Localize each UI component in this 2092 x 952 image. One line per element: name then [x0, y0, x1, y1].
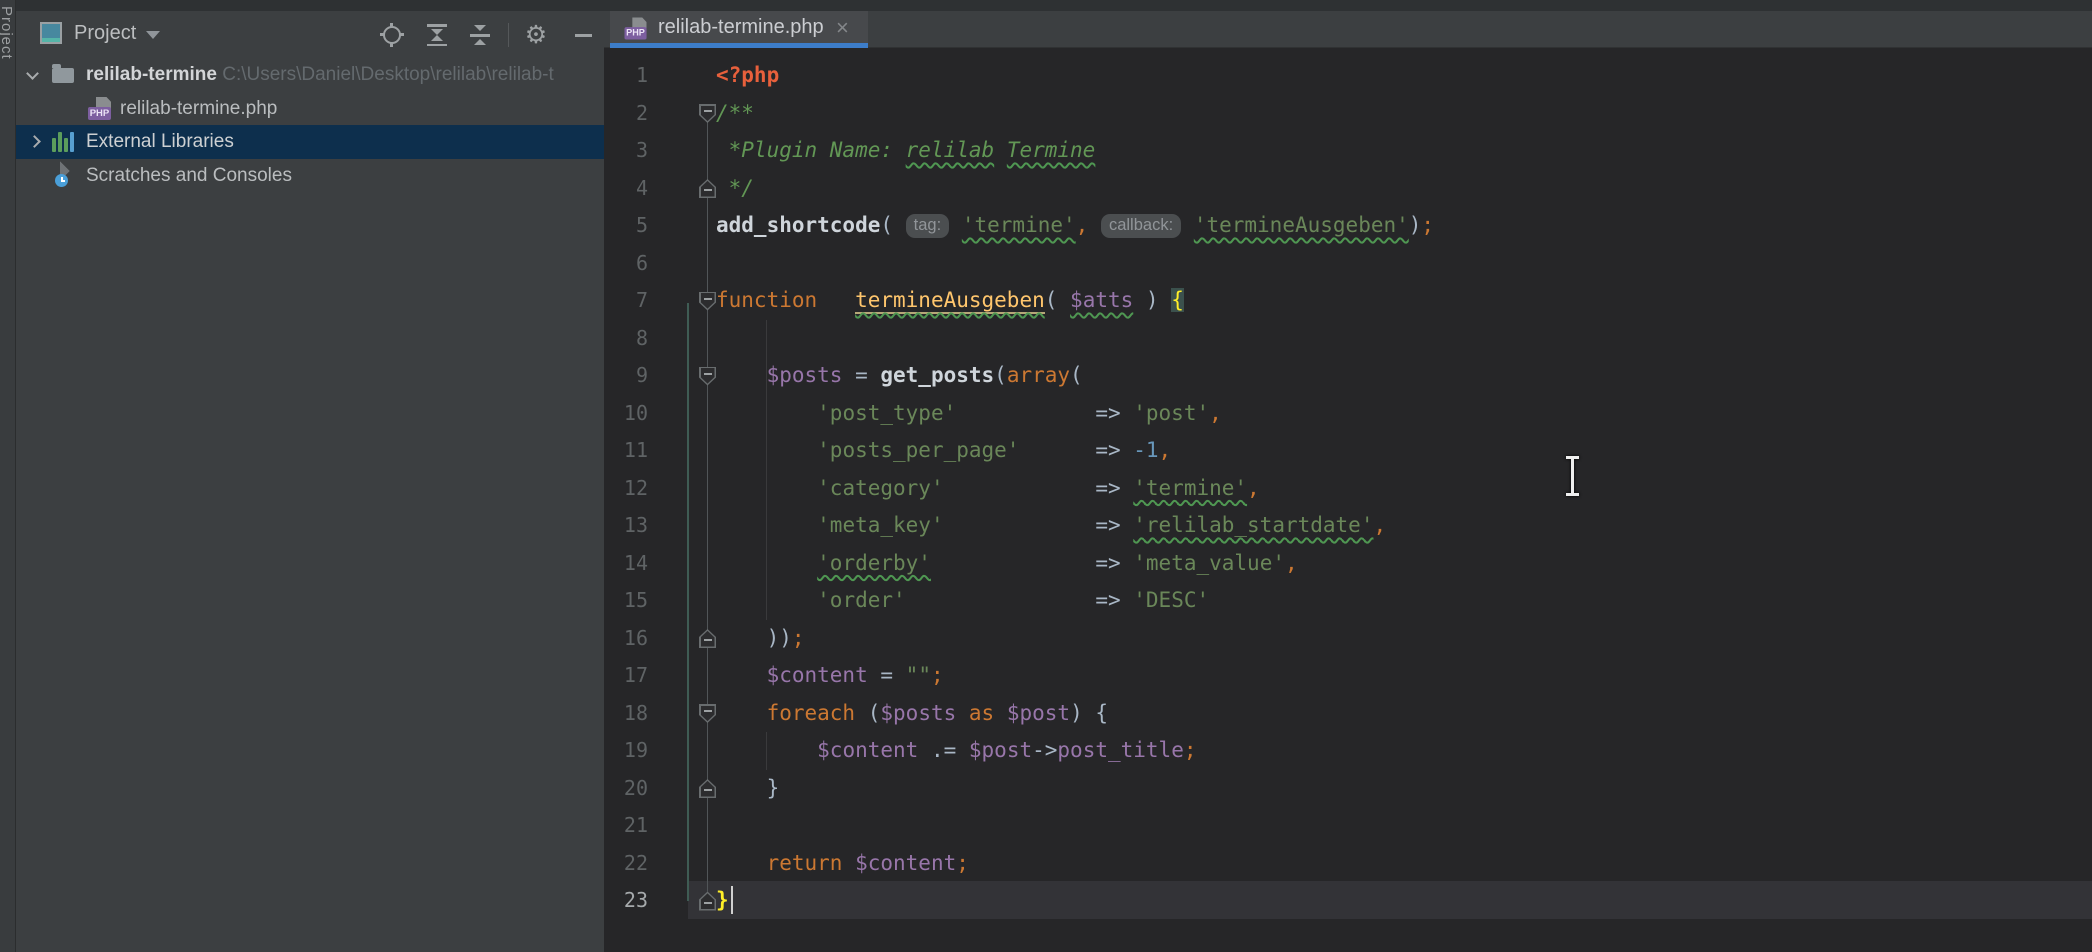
fold-marker[interactable]	[699, 179, 716, 198]
line-number[interactable]: 10	[604, 395, 648, 433]
editor-tab-bar: PHP relilab-termine.php ×	[604, 11, 2092, 48]
tree-item-label[interactable]: External Libraries	[86, 131, 234, 153]
libraries-icon	[52, 131, 78, 153]
tree-row-php-file[interactable]: PHP relilab-termine.php	[16, 92, 604, 126]
expand-all-icon[interactable]	[425, 23, 449, 47]
project-panel-title[interactable]: Project	[74, 22, 136, 45]
line-number[interactable]: 14	[604, 545, 648, 583]
line-number[interactable]: 17	[604, 657, 648, 695]
code-line[interactable]: return $content;	[716, 845, 969, 883]
locate-file-icon[interactable]	[380, 23, 404, 47]
code-editor[interactable]: 1234567891011121314151617181920212223 <?…	[604, 48, 2092, 952]
tree-item-label[interactable]: relilab-termine.php	[120, 98, 277, 120]
tool-window-stripe: Project	[0, 0, 16, 952]
chevron-down-icon[interactable]	[26, 67, 39, 80]
line-number[interactable]: 13	[604, 507, 648, 545]
current-line-highlight	[688, 881, 2092, 919]
line-number[interactable]: 3	[604, 132, 648, 170]
line-number[interactable]: 23	[604, 882, 648, 920]
tree-item-path: C:\Users\Daniel\Desktop\relilab\relilab-…	[222, 64, 554, 85]
code-line[interactable]: $content = "";	[716, 657, 944, 695]
code-line[interactable]: /**	[716, 95, 754, 133]
close-icon[interactable]: ×	[836, 15, 849, 41]
tree-row-scratches[interactable]: Scratches and Consoles	[16, 159, 604, 193]
project-panel: Project ⚙ relilab-termine C:\Users\D	[16, 11, 604, 952]
line-number[interactable]: 12	[604, 470, 648, 508]
text-caret	[731, 886, 733, 914]
code-line[interactable]: 'category' => 'termine',	[716, 470, 1260, 508]
fold-marker[interactable]	[699, 367, 716, 386]
line-number[interactable]: 6	[604, 245, 648, 283]
tree-item-label[interactable]: relilab-termine	[86, 64, 217, 85]
fold-marker[interactable]	[699, 104, 716, 123]
code-line[interactable]: add_shortcode( tag: 'termine', callback:…	[716, 207, 1434, 245]
active-block-gutter-line	[687, 303, 689, 901]
line-number[interactable]: 9	[604, 357, 648, 395]
code-line[interactable]: <?php	[716, 57, 779, 95]
chevron-down-icon[interactable]	[146, 31, 160, 39]
project-tool-window-icon	[40, 22, 62, 44]
code-line[interactable]: 'orderby' => 'meta_value',	[716, 545, 1298, 583]
code-line[interactable]: ));	[716, 620, 805, 658]
line-number[interactable]: 19	[604, 732, 648, 770]
hide-panel-icon[interactable]	[572, 23, 596, 47]
line-number[interactable]: 16	[604, 620, 648, 658]
code-line[interactable]: 'meta_key' => 'relilab_startdate',	[716, 507, 1386, 545]
line-number[interactable]: 4	[604, 170, 648, 208]
mouse-ibeam-cursor	[1564, 456, 1580, 496]
top-strip	[16, 0, 2092, 11]
line-number[interactable]: 18	[604, 695, 648, 733]
collapse-all-icon[interactable]	[468, 23, 492, 47]
gear-icon[interactable]: ⚙	[524, 23, 548, 47]
code-line[interactable]: 'post_type' => 'post',	[716, 395, 1222, 433]
tree-row-external-libraries[interactable]: External Libraries	[16, 125, 604, 159]
code-line[interactable]: foreach ($posts as $post) {	[716, 695, 1108, 733]
line-number[interactable]: 7	[604, 282, 648, 320]
code-line[interactable]: *Plugin Name: relilab Termine	[716, 132, 1095, 170]
scratches-icon	[52, 163, 76, 187]
code-line[interactable]: }	[716, 770, 779, 808]
code-line[interactable]: 'order' => 'DESC'	[716, 582, 1209, 620]
line-number[interactable]: 11	[604, 432, 648, 470]
code-line[interactable]: }	[716, 882, 729, 920]
folder-icon	[52, 68, 74, 83]
php-file-icon: PHP	[624, 17, 647, 40]
code-line[interactable]: 'posts_per_page' => -1,	[716, 432, 1171, 470]
tree-row-project-root[interactable]: relilab-termine C:\Users\Daniel\Desktop\…	[16, 58, 604, 92]
fold-marker[interactable]	[699, 704, 716, 723]
code-line[interactable]: $content .= $post->post_title;	[716, 732, 1197, 770]
fold-marker[interactable]	[699, 629, 716, 648]
code-line[interactable]: */	[716, 170, 754, 208]
line-number[interactable]: 8	[604, 320, 648, 358]
line-number[interactable]: 22	[604, 845, 648, 883]
fold-marker[interactable]	[699, 779, 716, 798]
fold-marker[interactable]	[699, 292, 716, 311]
line-number[interactable]: 2	[604, 95, 648, 133]
php-file-icon: PHP	[88, 97, 112, 121]
chevron-right-icon[interactable]	[28, 135, 41, 148]
line-number[interactable]: 15	[604, 582, 648, 620]
code-line[interactable]: $posts = get_posts(array(	[716, 357, 1083, 395]
code-line[interactable]: function termineAusgeben( $atts ) {	[716, 282, 1184, 320]
toolbar-divider	[508, 23, 509, 47]
line-number[interactable]: 21	[604, 807, 648, 845]
line-number[interactable]: 5	[604, 207, 648, 245]
project-panel-header: Project ⚙	[16, 11, 604, 57]
tab-label[interactable]: relilab-termine.php	[658, 16, 824, 39]
line-number[interactable]: 1	[604, 57, 648, 95]
tree-item-label[interactable]: Scratches and Consoles	[86, 165, 292, 187]
line-number[interactable]: 20	[604, 770, 648, 808]
